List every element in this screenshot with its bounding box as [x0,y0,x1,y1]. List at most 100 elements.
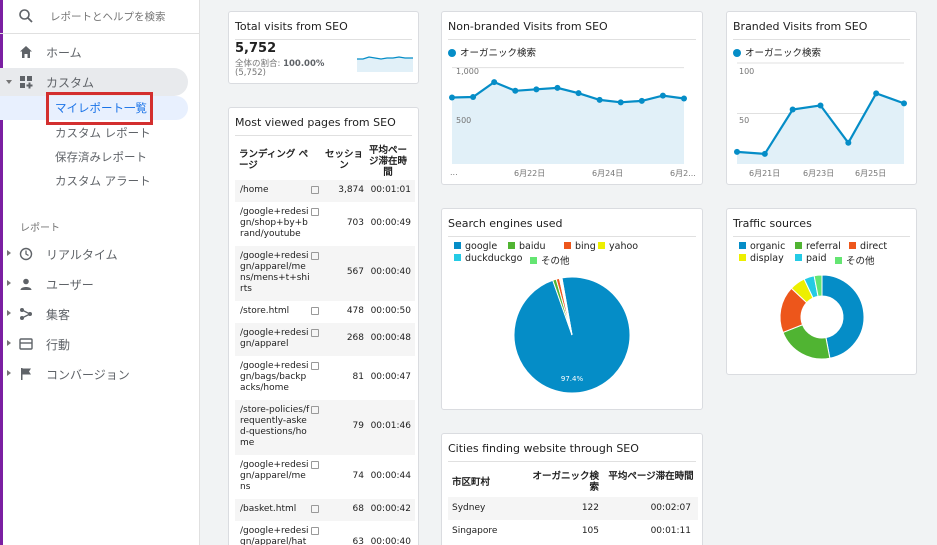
branded-chart [734,62,907,164]
legend-swatch [795,254,802,261]
open-link-icon[interactable] [311,461,319,469]
data-point [470,94,477,101]
sidebar-item-label: カスタム レポート [55,126,151,140]
legend-item[interactable]: その他 [835,253,875,267]
legend-item[interactable]: duckduckgo [454,253,522,264]
sidebar-item-behavior[interactable]: 行動 [0,330,200,358]
column-header-city[interactable]: 市区町村 [452,477,490,488]
legend-item[interactable]: organic [739,241,785,252]
legend-item[interactable]: baidu [508,241,546,252]
landing-page-link[interactable]: /google+redesign/apparel/mens [240,460,310,493]
open-link-icon[interactable] [311,329,319,337]
clock-icon [19,247,33,261]
landing-page-link[interactable]: /home [240,185,310,196]
sidebar-item-saved-reports[interactable]: 保存済みレポート [0,145,200,169]
branded-visits-card: Branded Visits from SEO オーガニック検索 100 50 … [726,11,917,185]
legend-label: その他 [541,256,570,267]
sessions-cell: 74 [352,471,364,481]
legend-item[interactable]: paid [795,253,827,264]
card-title: Cities finding website through SEO [448,442,639,455]
open-link-icon[interactable] [311,208,319,216]
legend-label: display [750,253,784,264]
landing-page-link[interactable]: /google+redesign/shop+by+brand/youtube [240,207,310,240]
landing-page-link[interactable]: /google+redesign/bags/backpacks/home [240,361,310,394]
data-point [901,100,907,107]
column-header-avg-time[interactable]: 平均ページ滞在時間 [607,471,695,482]
landing-page-link[interactable]: /store-policies/frequently-asked-questio… [240,405,310,449]
acquisition-icon [20,308,32,320]
legend-swatch [564,242,571,249]
sidebar-search[interactable]: レポートとヘルプを検索 [0,0,200,34]
legend-label: duckduckgo [465,253,523,264]
open-link-icon[interactable] [311,307,319,315]
city-cell[interactable]: Sydney [452,503,512,514]
landing-page-link[interactable]: /google+redesign/apparel/mens/mens+t+shi… [240,251,310,295]
sessions-cell: 79 [352,421,364,431]
y-tick-label: 50 [739,116,750,125]
landing-page-link[interactable]: /store.html [240,306,310,317]
open-link-icon[interactable] [311,186,319,194]
column-header-landing-page[interactable]: ランディング ページ [239,149,317,171]
legend-item[interactable]: referral [795,241,841,252]
data-point [845,139,852,146]
divider [448,461,696,462]
most-viewed-pages-card: Most viewed pages from SEO ランディング ページ セッ… [228,107,419,545]
search-input[interactable]: レポートとヘルプを検索 [50,9,166,24]
sidebar-item-home[interactable]: ホーム [0,38,200,66]
landing-page-link[interactable]: /google+redesign/apparel/hat [240,526,310,545]
search-engines-pie: 97.4% [513,276,631,394]
open-link-icon[interactable] [311,406,319,414]
data-point [638,97,645,104]
avg-time-cell: 00:00:40 [370,267,411,277]
chevron-down-icon [6,80,12,84]
x-tick-label: 6月2... [670,169,696,178]
data-point [491,79,498,86]
slice-label: 97.4% [561,375,584,383]
legend-swatch [849,242,856,249]
x-tick-label: ... [450,168,458,177]
column-header-organic[interactable]: オーガニック検索 [524,471,599,493]
sessions-cell: 81 [352,372,364,382]
reports-section-label: レポート [20,223,60,234]
y-tick-label: 100 [739,67,755,76]
legend-item[interactable]: direct [849,241,887,252]
data-point [596,96,603,103]
sidebar-item-audience[interactable]: ユーザー [0,270,200,298]
sidebar-item-label: ホーム [46,46,82,60]
open-link-icon[interactable] [311,362,319,370]
cities-card: Cities finding website through SEO 市区町村 … [441,433,703,545]
column-header-sessions[interactable]: セッション [324,149,364,171]
open-link-icon[interactable] [311,527,319,535]
total-visits-card: Total visits from SEO 5,752 全体の割合: 100.0… [228,11,419,84]
legend-item[interactable]: google [454,241,497,252]
column-header-avg-time[interactable]: 平均ページ滞在時間 [366,145,410,178]
legend-item[interactable]: bing [564,241,596,252]
sidebar-item-conversions[interactable]: コンバージョン [0,360,200,388]
landing-page-link[interactable]: /basket.html [240,504,310,515]
sidebar-item-custom-alerts[interactable]: カスタム アラート [0,169,200,193]
flag-icon [21,368,31,380]
sidebar-item-acquisition[interactable]: 集客 [0,300,200,328]
search-icon [19,9,33,23]
legend-swatch [739,254,746,261]
sidebar-item-realtime[interactable]: リアルタイム [0,240,200,268]
sidebar-item-label: カスタム アラート [55,174,151,188]
data-point [734,148,740,155]
traffic-sources-donut [779,274,865,360]
person-icon [20,278,32,290]
legend-item[interactable]: display [739,253,784,264]
x-tick-label: 6月22日 [514,169,546,178]
legend-item[interactable]: その他 [530,253,570,267]
chevron-right-icon [7,310,11,316]
landing-page-link[interactable]: /google+redesign/apparel [240,328,310,350]
total-visits-sparkline [357,56,413,72]
x-tick-label: 6月24日 [592,169,624,178]
sessions-cell: 63 [352,537,364,545]
data-point [761,150,768,157]
divider [235,39,412,40]
sidebar-item-custom-reports[interactable]: カスタム レポート [0,121,200,145]
legend-item[interactable]: yahoo [598,241,638,252]
city-cell[interactable]: Singapore [452,526,512,537]
open-link-icon[interactable] [311,505,319,513]
open-link-icon[interactable] [311,252,319,260]
